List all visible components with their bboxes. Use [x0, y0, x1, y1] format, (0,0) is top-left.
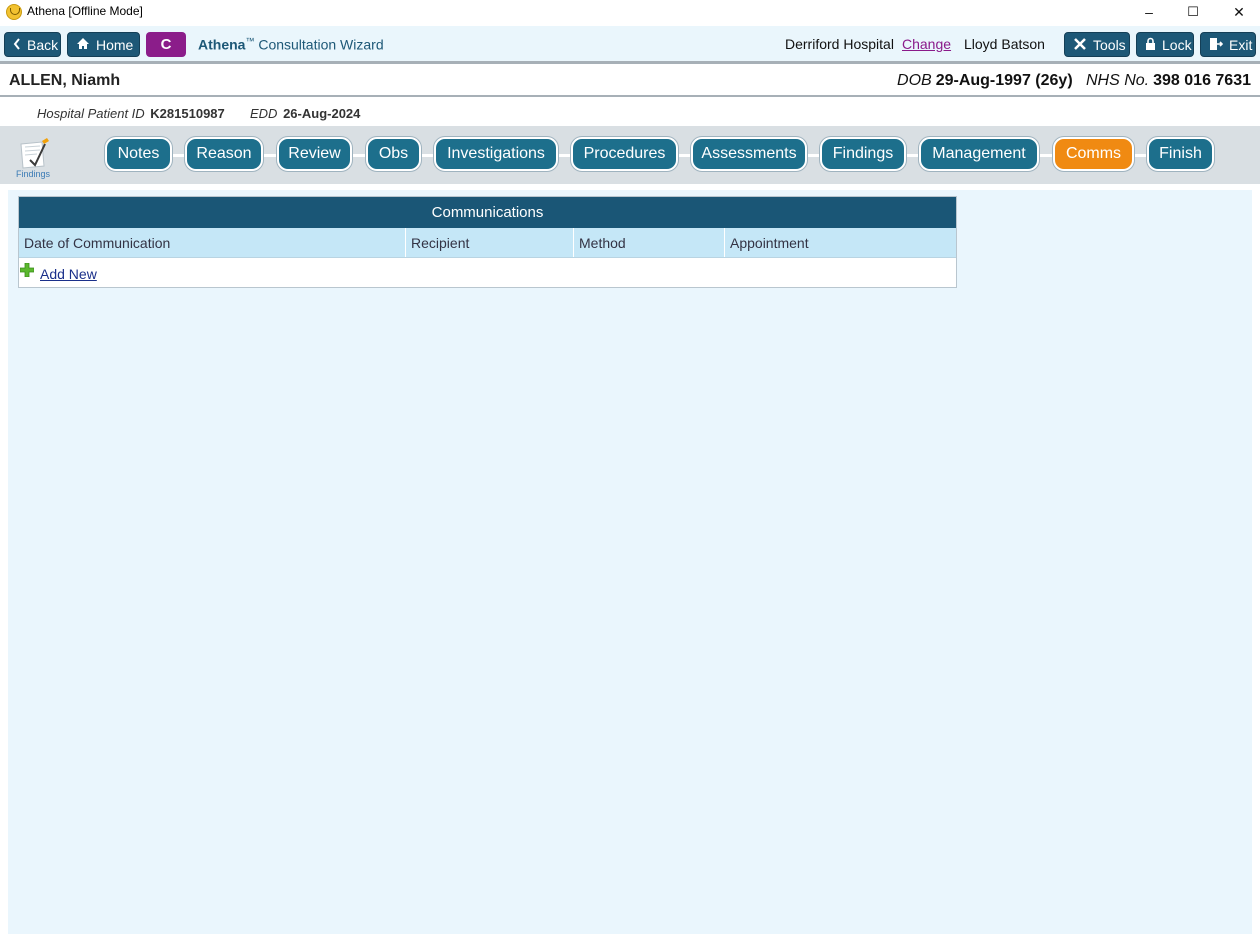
wizard-brand: Athena — [198, 36, 246, 53]
patient-name: ALLEN, Niamh — [9, 72, 121, 89]
edd-label: EDD — [250, 106, 278, 121]
user-name: Lloyd Batson — [964, 36, 1045, 52]
c-button[interactable]: C — [146, 32, 186, 57]
hospital-id-value: K281510987 — [150, 106, 225, 121]
communications-column-headers: Date of Communication Recipient Method A… — [19, 228, 956, 258]
main-toolbar: Back Home C Athena™ Consultation Wizard … — [0, 26, 1260, 64]
add-new-link[interactable]: Add New — [40, 266, 97, 282]
wizard-title: Athena™ Consultation Wizard — [198, 36, 384, 53]
tools-label: Tools — [1093, 36, 1126, 53]
wizard-step-bar: Findings Notes Reason Review Obs Investi… — [0, 126, 1260, 184]
col-recipient[interactable]: Recipient — [406, 228, 574, 257]
wizard-subtitle: Consultation Wizard — [254, 36, 384, 53]
plus-icon[interactable] — [19, 262, 35, 278]
back-button[interactable]: Back — [4, 32, 61, 57]
home-button[interactable]: Home — [67, 32, 140, 57]
minimize-button[interactable]: – — [1126, 0, 1172, 24]
hospital-name: Derriford Hospital — [785, 36, 894, 52]
tools-button[interactable]: Tools — [1064, 32, 1130, 57]
window-title: Athena [Offline Mode] — [27, 4, 143, 18]
close-window-button[interactable]: ✕ — [1216, 0, 1260, 24]
col-method[interactable]: Method — [574, 228, 725, 257]
step-investigations[interactable]: Investigations — [434, 137, 558, 171]
maximize-button[interactable]: ☐ — [1170, 0, 1216, 24]
home-icon — [76, 37, 90, 52]
hospital-id-label: Hospital Patient ID — [37, 106, 145, 121]
tools-icon — [1073, 37, 1087, 53]
add-new-row: Add New — [19, 259, 956, 287]
step-management[interactable]: Management — [919, 137, 1039, 171]
back-label: Back — [27, 36, 59, 53]
step-comms[interactable]: Comms — [1053, 137, 1134, 171]
step-review[interactable]: Review — [277, 137, 352, 171]
lock-icon — [1145, 37, 1156, 53]
edd-value: 26-Aug-2024 — [283, 106, 361, 121]
communications-title: Communications — [19, 197, 956, 228]
step-finish[interactable]: Finish — [1147, 137, 1214, 171]
dob-label: DOB — [897, 72, 932, 89]
patient-subinfo: Hospital Patient ID K281510987 EDD 26-Au… — [0, 99, 1260, 126]
athena-app-icon — [6, 4, 22, 20]
step-assessments[interactable]: Assessments — [691, 137, 807, 171]
col-appointment[interactable]: Appointment — [725, 228, 956, 257]
edd: EDD 26-Aug-2024 — [250, 106, 360, 121]
step-procedures[interactable]: Procedures — [571, 137, 678, 171]
content-area — [8, 190, 1252, 934]
lock-button[interactable]: Lock — [1136, 32, 1194, 57]
findings-icon-label: Findings — [16, 169, 51, 179]
chevron-left-icon — [13, 37, 21, 52]
dob-value: 29-Aug-1997 (26y) — [935, 72, 1073, 89]
step-findings[interactable]: Findings — [820, 137, 906, 171]
exit-label: Exit — [1229, 36, 1253, 53]
communications-panel: Communications Date of Communication Rec… — [18, 196, 957, 288]
home-label: Home — [96, 36, 134, 53]
lock-label: Lock — [1162, 36, 1192, 53]
nhs-value: 398 016 7631 — [1153, 72, 1251, 89]
col-date-of-communication[interactable]: Date of Communication — [19, 228, 406, 257]
exit-button[interactable]: Exit — [1200, 32, 1256, 57]
step-reason[interactable]: Reason — [185, 137, 263, 171]
title-bar: Athena [Offline Mode] – ☐ ✕ — [0, 0, 1260, 26]
patient-banner: ALLEN, Niamh DOB 29-Aug-1997 (26y) NHS No… — [0, 64, 1260, 97]
hospital-patient-id: Hospital Patient ID K281510987 — [37, 106, 225, 121]
step-notes[interactable]: Notes — [105, 137, 172, 171]
change-hospital-link[interactable]: Change — [902, 36, 951, 52]
step-obs[interactable]: Obs — [366, 137, 421, 171]
patient-identifiers: DOB 29-Aug-1997 (26y) NHS No. 398 016 7631 — [897, 72, 1251, 90]
exit-icon — [1209, 37, 1224, 53]
nhs-label: NHS No. — [1086, 72, 1150, 89]
